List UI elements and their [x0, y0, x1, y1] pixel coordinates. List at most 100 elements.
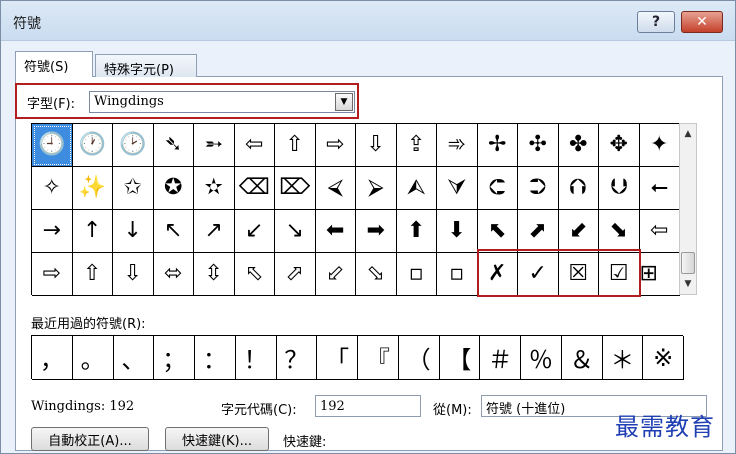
symbol-cell[interactable]: ↑ [72, 210, 113, 253]
symbol-cell[interactable]: ⮛ [437, 167, 478, 210]
symbol-cell[interactable]: → [32, 210, 73, 253]
symbol-cell[interactable]: ⮊ [518, 167, 559, 210]
recent-symbol-cell[interactable]: 「 [317, 336, 358, 380]
symbol-cell[interactable]: ⬆ [396, 210, 437, 253]
shortcut-key-button-label: 快速鍵(K)... [181, 433, 253, 449]
font-dropdown-button[interactable]: ▼ [335, 93, 353, 111]
symbol-cell[interactable]: ✦ [639, 124, 680, 167]
symbol-cell[interactable]: ⇦ [234, 124, 275, 167]
recent-symbol-cell[interactable]: 、 [113, 336, 155, 380]
watermark-text: 最需教育 [615, 413, 715, 441]
symbol-cell[interactable]: ✧ [32, 167, 73, 210]
tab-special-characters[interactable]: 特殊字元(P) [95, 54, 197, 78]
scroll-down-arrow-icon[interactable]: ▼ [680, 276, 696, 292]
symbol-cell[interactable]: ⬅ [315, 210, 356, 253]
symbol-cell[interactable]: ⇩ [356, 124, 397, 167]
symbol-cell[interactable]: ⬂ [356, 253, 397, 296]
symbol-cell[interactable]: ⬊ [599, 210, 640, 253]
symbol-cell[interactable]: ✥ [599, 124, 640, 167]
symbol-cell[interactable]: ⮋ [599, 167, 640, 210]
tab-symbols[interactable]: 符號(S) [15, 51, 93, 77]
font-select[interactable]: Wingdings ▼ [89, 91, 355, 113]
char-code-input[interactable]: 192 [315, 395, 421, 417]
symbol-cell[interactable]: ⇳ [194, 253, 235, 296]
recent-symbol-cell[interactable]: ： [195, 336, 236, 380]
symbol-cell[interactable]: ⭠ [639, 167, 680, 210]
symbol-cell[interactable]: ✣ [518, 124, 559, 167]
symbol-cell[interactable]: ⮘ [315, 167, 356, 210]
symbol-cell[interactable]: ⮈ [477, 167, 518, 210]
close-button[interactable]: ✕ [681, 11, 723, 33]
symbol-cell[interactable]: ✢ [477, 124, 518, 167]
symbol-cell[interactable]: ⮚ [356, 167, 397, 210]
symbol-cell[interactable]: ✪ [153, 167, 194, 210]
recent-symbol-cell[interactable]: ？ [276, 336, 318, 380]
question-icon: ? [651, 14, 661, 30]
symbol-cell[interactable]: ✤ [558, 124, 599, 167]
symbol-cell[interactable]: ➴ [153, 124, 194, 167]
symbol-cell[interactable]: ▫ [396, 253, 437, 296]
symbol-cell[interactable]: 🕑 [113, 124, 154, 167]
symbol-cell[interactable]: ⇪ [396, 124, 437, 167]
recent-symbol-cell[interactable]: ； [154, 336, 195, 380]
symbol-cell[interactable]: ✫ [194, 167, 235, 210]
recent-symbol-cell[interactable]: ％ [521, 336, 562, 380]
symbol-cell[interactable]: ⮉ [558, 167, 599, 210]
symbol-cell[interactable]: ⬁ [234, 253, 275, 296]
recent-symbol-cell[interactable]: 『 [358, 336, 399, 380]
symbol-cell[interactable]: ↗ [194, 210, 235, 253]
symbol-cell[interactable]: ⇨ [32, 253, 73, 296]
symbol-cell[interactable]: ⬇ [437, 210, 478, 253]
help-button[interactable]: ? [637, 11, 675, 33]
recent-symbol-cell[interactable]: 【 [439, 336, 481, 380]
symbol-cell[interactable]: ⊞ [639, 253, 680, 296]
recent-symbol-cell[interactable]: ※ [643, 336, 684, 380]
symbol-cell[interactable]: ⬈ [518, 210, 559, 253]
recent-symbol-cell[interactable]: 。 [72, 336, 114, 380]
symbol-cell[interactable]: ⇦ [639, 210, 680, 253]
symbol-cell[interactable]: ⇧ [72, 253, 113, 296]
symbol-cell[interactable]: ↖ [153, 210, 194, 253]
recent-symbol-cell[interactable]: ， [32, 336, 73, 380]
symbol-cell[interactable]: 🕘 [32, 124, 73, 167]
recent-symbol-cell[interactable]: ＊ [602, 336, 644, 380]
shortcut-key-button[interactable]: 快速鍵(K)... [165, 427, 269, 451]
symbol-cell[interactable]: ⇨ [315, 124, 356, 167]
symbol-cell[interactable]: ↙ [234, 210, 275, 253]
symbol-cell[interactable]: ⬄ [153, 253, 194, 296]
symbol-cell[interactable]: ⌫ [234, 167, 275, 210]
symbol-cell[interactable]: 🕐 [72, 124, 113, 167]
symbol-grid-scrollbar[interactable]: ▲ ▼ [679, 123, 697, 295]
symbol-cell[interactable]: ▫ [437, 253, 478, 296]
symbol-cell[interactable]: ☒ [558, 253, 599, 296]
symbol-cell[interactable]: ✨ [72, 167, 113, 210]
autocorrect-button[interactable]: 自動校正(A)... [31, 427, 149, 451]
symbol-grid: 🕘 🕐 🕑 ➴ ➵ ⇦ ⇧ ⇨ ⇩ ⇪ ➾ ✢ ✣ ✤ ✥ ✦ ✧ ✨ ✩ ✪ ✫ ⌫ ⌦ ⮘ ⮚ ⮙ ⮛ ⮈ ⮊ ⮉ ⮋ ⭠ → ↑ ↓ ↖ ↗ ↙ ↘ ⬅… [31, 123, 680, 296]
from-label: 從(M): [433, 403, 472, 418]
selected-font-code: Wingdings: 192 [31, 399, 135, 414]
symbol-cell[interactable]: ⇧ [275, 124, 316, 167]
window-title: 符號 [13, 16, 41, 32]
recent-symbol-cell[interactable]: ＃ [480, 336, 521, 380]
recent-symbol-cell[interactable]: （ [398, 336, 440, 380]
symbol-cell[interactable]: ↘ [275, 210, 316, 253]
scroll-thumb[interactable] [681, 252, 695, 274]
symbol-cell[interactable]: ☑ [599, 253, 640, 296]
recent-symbol-cell[interactable]: ＆ [561, 336, 603, 380]
symbol-cell[interactable]: ⬋ [558, 210, 599, 253]
symbol-cell[interactable]: ⮙ [396, 167, 437, 210]
recent-symbol-cell[interactable]: ！ [235, 336, 277, 380]
symbol-cell[interactable]: ✩ [113, 167, 154, 210]
symbol-cell[interactable]: ↓ [113, 210, 154, 253]
symbol-cell[interactable]: ⇩ [113, 253, 154, 296]
symbol-cell[interactable]: ✗ [477, 253, 518, 296]
symbol-cell[interactable]: ➡ [356, 210, 397, 253]
symbol-cell[interactable]: ⌦ [275, 167, 316, 210]
symbol-cell[interactable]: ⬃ [315, 253, 356, 296]
symbol-cell[interactable]: ⬀ [275, 253, 316, 296]
symbol-cell[interactable]: ➵ [194, 124, 235, 167]
symbol-cell[interactable]: ✓ [518, 253, 559, 296]
symbol-cell[interactable]: ➾ [437, 124, 478, 167]
symbol-cell[interactable]: ⬉ [477, 210, 518, 253]
scroll-up-arrow-icon[interactable]: ▲ [680, 126, 696, 142]
